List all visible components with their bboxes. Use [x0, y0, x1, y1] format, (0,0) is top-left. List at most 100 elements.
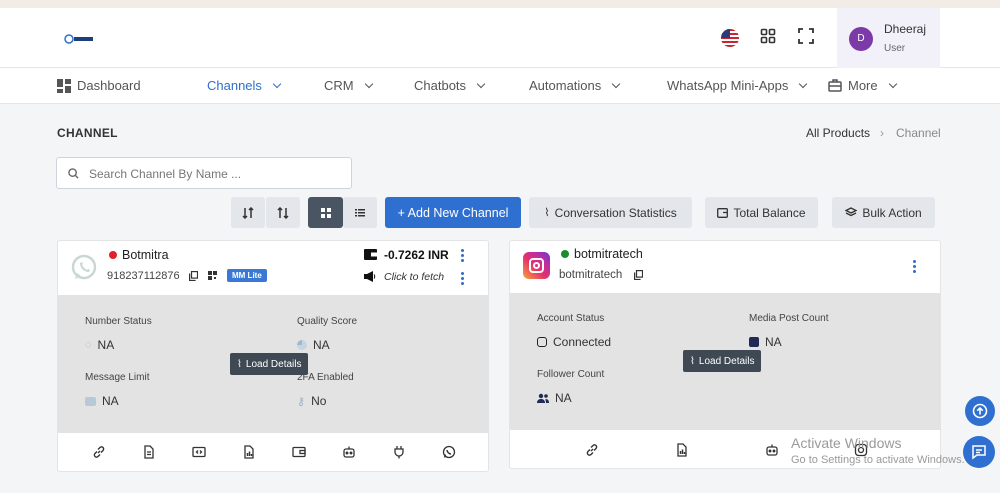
status-dot: [109, 251, 117, 259]
wallet-outline-icon[interactable]: [292, 445, 306, 459]
follower-count-value: NA: [537, 391, 572, 405]
total-balance-label: Total Balance: [733, 205, 806, 220]
message-limit-value: NA: [85, 394, 119, 408]
balance-value: -0.7262 INR: [384, 248, 449, 262]
list-view-button[interactable]: [343, 197, 377, 228]
media-post-count-text: NA: [765, 335, 782, 349]
sort-descending-button[interactable]: [266, 197, 300, 228]
nav-dashboard[interactable]: Dashboard: [57, 78, 141, 93]
twofa-value: ⚷ No: [297, 394, 326, 408]
fullscreen-icon[interactable]: [798, 28, 820, 50]
quality-score-label: Quality Score: [297, 316, 358, 327]
chevron-down-icon: [612, 79, 621, 88]
app-header: D Dheeraj User: [0, 8, 1000, 68]
nav-more[interactable]: More: [828, 78, 897, 93]
channel-name: Botmitra: [122, 248, 169, 262]
nav-whatsapp-mini-apps[interactable]: WhatsApp Mini-Apps: [667, 78, 808, 93]
top-strip: [0, 0, 1000, 8]
number-status-text: NA: [97, 338, 115, 352]
click-to-fetch-link[interactable]: Click to fetch: [384, 271, 444, 283]
nav-automations[interactable]: Automations: [529, 78, 621, 93]
sort-ascending-icon: [242, 206, 254, 219]
bot-icon[interactable]: [342, 445, 356, 459]
search-input[interactable]: [89, 164, 339, 184]
chevron-down-icon: [476, 79, 486, 88]
details-panel: Number Status ◌ NA Quality Score NA Mess…: [58, 295, 488, 433]
copy-icon[interactable]: [189, 271, 198, 281]
bot-icon[interactable]: [765, 443, 779, 457]
channel-handle: botmitratech: [559, 269, 623, 281]
layers-icon: [845, 207, 858, 217]
instagram-small-icon: [537, 337, 547, 347]
chevron-down-icon: [364, 79, 373, 88]
status-badge: MM Lite: [227, 269, 267, 282]
nav-channels[interactable]: Channels: [207, 78, 282, 93]
quality-score-text: NA: [313, 338, 330, 352]
link-icon[interactable]: [585, 443, 599, 457]
chart-line-icon: ⌇: [690, 355, 695, 367]
chevron-down-icon: [888, 79, 897, 88]
channel-card-whatsapp: Botmitra 918237112876 MM Lite -0.7262 IN…: [57, 240, 489, 472]
sort-ascending-button[interactable]: [231, 197, 265, 228]
breadcrumb-separator-icon: ›: [880, 126, 884, 140]
breadcrumb-current: Channel: [896, 126, 941, 140]
help-fab-button[interactable]: [965, 396, 995, 426]
message-limit-label: Message Limit: [85, 372, 150, 383]
us-flag-icon[interactable]: [720, 28, 742, 50]
fetch-menu-kebab-icon[interactable]: [461, 272, 465, 287]
arrow-up-circle-icon: [972, 403, 988, 419]
report-icon[interactable]: [242, 445, 256, 459]
users-icon: [537, 393, 549, 403]
account-status-value: Connected: [537, 335, 611, 349]
grid-view-button[interactable]: [308, 197, 343, 228]
conversation-statistics-button[interactable]: ⌇ Conversation Statistics: [529, 197, 692, 228]
media-post-count-value: NA: [749, 335, 782, 349]
quality-score-value: NA: [297, 338, 330, 352]
instagram-filled-icon: [749, 337, 759, 347]
megaphone-icon: [364, 271, 376, 282]
embed-code-icon[interactable]: [192, 445, 206, 459]
main-nav: Dashboard Channels CRM Chatbots Automati…: [0, 68, 1000, 104]
plug-icon[interactable]: [392, 445, 406, 459]
grid-view-icon: [320, 207, 331, 218]
nav-chatbots[interactable]: Chatbots: [414, 78, 486, 93]
chevron-down-icon: [799, 79, 808, 88]
breadcrumb-root[interactable]: All Products: [806, 126, 870, 140]
user-role: User: [884, 43, 906, 54]
chat-icon: [972, 445, 986, 460]
user-profile[interactable]: D Dheeraj User: [837, 8, 940, 68]
conversation-statistics-label: Conversation Statistics: [554, 205, 677, 220]
search-icon: [68, 168, 79, 179]
nav-crm[interactable]: CRM: [324, 78, 373, 93]
status-dot: [561, 250, 569, 258]
report-icon[interactable]: [675, 443, 689, 457]
document-icon[interactable]: [142, 445, 156, 459]
dashboard-icon: [57, 78, 71, 93]
activate-windows-title: Activate Windows: [791, 435, 902, 451]
nav-automations-label: Automations: [529, 78, 602, 93]
account-status-text: Connected: [553, 335, 612, 349]
load-details-button[interactable]: ⌇ Load Details: [230, 353, 309, 375]
total-balance-button[interactable]: Total Balance: [705, 197, 818, 228]
media-post-count-label: Media Post Count: [749, 313, 829, 324]
nav-chatbots-label: Chatbots: [414, 78, 467, 93]
account-status-label: Account Status: [537, 313, 605, 324]
qr-code-icon[interactable]: [208, 271, 217, 280]
nav-more-label: More: [848, 78, 878, 93]
brand-logo[interactable]: [64, 32, 94, 46]
follower-count-text: NA: [555, 391, 572, 405]
copy-icon[interactable]: [634, 270, 643, 280]
add-new-channel-button[interactable]: + Add New Channel: [385, 197, 521, 228]
chat-fab-button[interactable]: [963, 436, 995, 468]
card-menu-kebab-icon[interactable]: [461, 249, 465, 264]
follower-count-label: Follower Count: [537, 369, 605, 380]
load-details-button[interactable]: ⌇ Load Details: [683, 350, 762, 372]
link-icon[interactable]: [92, 445, 106, 459]
whatsapp-outline-icon[interactable]: [442, 445, 456, 459]
list-view-icon: [355, 208, 365, 216]
card-menu-kebab-icon[interactable]: [913, 260, 917, 275]
apps-grid-icon[interactable]: [760, 28, 782, 50]
nav-whatsapp-mini-apps-label: WhatsApp Mini-Apps: [667, 78, 789, 93]
bulk-action-button[interactable]: Bulk Action: [832, 197, 935, 228]
chart-line-icon: ⌇: [237, 358, 242, 370]
